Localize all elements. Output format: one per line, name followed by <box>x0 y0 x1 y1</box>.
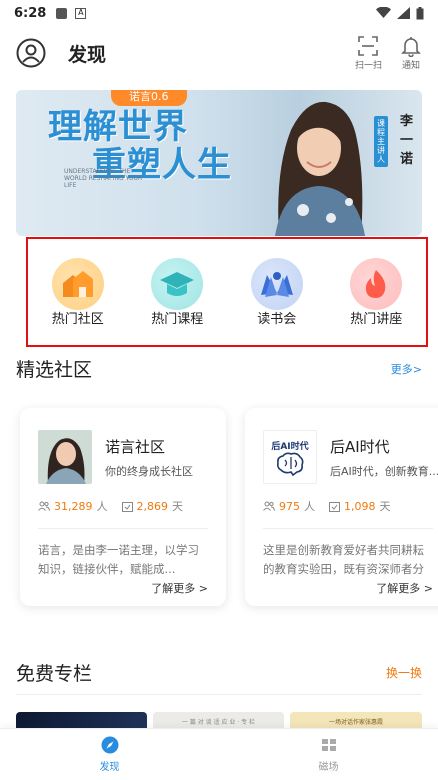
free-section-header: 免费专栏 换一换 <box>16 659 422 686</box>
promo-banner[interactable]: 诺言0.6 理解世界 重塑人生 UNDERSTANDING THE WORLD … <box>16 90 422 236</box>
community-cover-image <box>38 430 92 484</box>
members-stat: 31,289 人 <box>38 498 108 514</box>
notify-label: 通知 <box>401 61 420 71</box>
nav-label: 磁场 <box>318 762 339 773</box>
days-unit: 天 <box>379 500 391 513</box>
page-title: 发现 <box>68 43 107 66</box>
days-unit: 天 <box>172 500 183 513</box>
refresh-link[interactable]: 换一换 <box>386 664 422 681</box>
members-count: 975 <box>279 499 300 513</box>
card-divider <box>38 528 208 529</box>
nav-discover[interactable]: 发现 <box>0 729 219 780</box>
speaker-portrait <box>275 101 365 236</box>
category-label: 热门课程 <box>151 311 204 327</box>
category-hot-course[interactable]: 热门课程 <box>132 257 222 327</box>
category-label: 热门讲座 <box>350 311 403 327</box>
notification-square-icon <box>56 7 68 19</box>
nav-field[interactable]: 磁场 <box>219 729 438 780</box>
scan-button[interactable]: 扫一扫 <box>355 35 382 71</box>
members-unit: 人 <box>304 500 315 513</box>
card-divider <box>263 528 433 529</box>
category-label: 读书会 <box>257 311 297 327</box>
compass-icon <box>101 736 118 754</box>
community-desc: 你的终身成长社区 <box>105 464 193 478</box>
days-count: 2,869 <box>136 499 169 513</box>
brain-icon <box>277 452 304 476</box>
days-stat: 1,098 天 <box>329 498 391 514</box>
members-count: 31,289 <box>54 499 93 513</box>
banner-badge: 课程主讲人 <box>374 116 388 167</box>
learn-more-link[interactable]: 了解更多 > <box>38 580 208 596</box>
community-desc: 后AI时代，创新教育... <box>330 464 438 478</box>
wifi-icon <box>376 7 391 18</box>
user-avatar-icon[interactable] <box>16 38 46 68</box>
bottom-nav: 发现 磁场 <box>0 728 438 780</box>
top-header: 发现 扫一扫 通知 <box>0 30 438 76</box>
signal-icon <box>397 7 410 19</box>
people-icon <box>38 501 50 511</box>
category-hot-community[interactable]: 热门社区 <box>33 257 123 327</box>
flame-icon <box>350 257 403 310</box>
community-name: 后AI时代 <box>330 437 390 456</box>
days-stat: 2,869 天 <box>121 498 183 514</box>
members-unit: 人 <box>96 500 108 513</box>
featured-section-header: 精选社区 更多> <box>16 355 422 382</box>
status-bar: 6:28 A <box>0 0 438 26</box>
calendar-icon <box>329 501 340 512</box>
featured-title: 精选社区 <box>16 359 93 381</box>
learn-more-link[interactable]: 了解更多 > <box>263 580 433 596</box>
community-card[interactable]: 诺言社区 你的终身成长社区 31,289 人 2,869 天 诺言，是由李一诺主理，… <box>20 408 226 606</box>
community-logo: 后AI时代 <box>263 430 317 484</box>
notification-button[interactable]: 通知 <box>400 35 422 71</box>
house-icon <box>51 257 104 310</box>
days-count: 1,098 <box>344 499 376 513</box>
battery-icon <box>416 6 424 19</box>
keyboard-a-icon: A <box>75 7 87 19</box>
featured-more-link[interactable]: 更多> <box>391 361 422 377</box>
thumb-caption: 一 篇 对 谈 适 应 业 · 专 栏 <box>181 719 256 726</box>
banner-title-line1: 理解世界 <box>48 107 188 147</box>
bell-icon <box>401 37 421 57</box>
community-intro: 这里是创新教育爱好者共同耕耘的教育实验田，既有资深师者分享课堂教育智慧，也有..… <box>263 543 424 576</box>
community-logo-text: 后AI时代 <box>271 441 309 452</box>
scan-icon <box>358 36 379 56</box>
grid-icon <box>321 739 336 751</box>
people-icon <box>263 501 275 511</box>
banner-subtitle: UNDERSTANDING THE WORLD RESHAPING YOUR L… <box>64 168 143 189</box>
graduation-cap-icon <box>151 257 204 310</box>
free-title: 免费专栏 <box>16 663 93 685</box>
nav-label: 发现 <box>99 762 120 773</box>
category-book-club[interactable]: 读书会 <box>232 257 322 327</box>
calendar-icon <box>121 501 133 512</box>
members-stat: 975 人 <box>263 498 315 514</box>
banner-tag: 诺言0.6 <box>111 90 187 106</box>
section-divider <box>16 694 422 695</box>
thumb-caption: 一场对话作家张惠霞 <box>328 719 383 726</box>
status-time: 6:28 <box>14 5 47 21</box>
book-icon <box>250 257 303 310</box>
community-intro: 诺言，是由李一诺主理，以学习知识，链接伙伴，赋能成... <box>38 543 199 576</box>
category-hot-lecture[interactable]: 热门讲座 <box>331 257 421 327</box>
scan-label: 扫一扫 <box>354 61 382 71</box>
banner-speaker-name: 李一诺 <box>400 114 414 167</box>
category-label: 热门社区 <box>51 311 104 327</box>
community-name: 诺言社区 <box>105 437 166 456</box>
category-row: 热门社区 热门课程 读书会 热门讲座 <box>26 237 428 347</box>
community-card[interactable]: 后AI时代 后AI时代 后AI时代，创新教育... 975 人 1,098 天 这里… <box>245 408 438 606</box>
